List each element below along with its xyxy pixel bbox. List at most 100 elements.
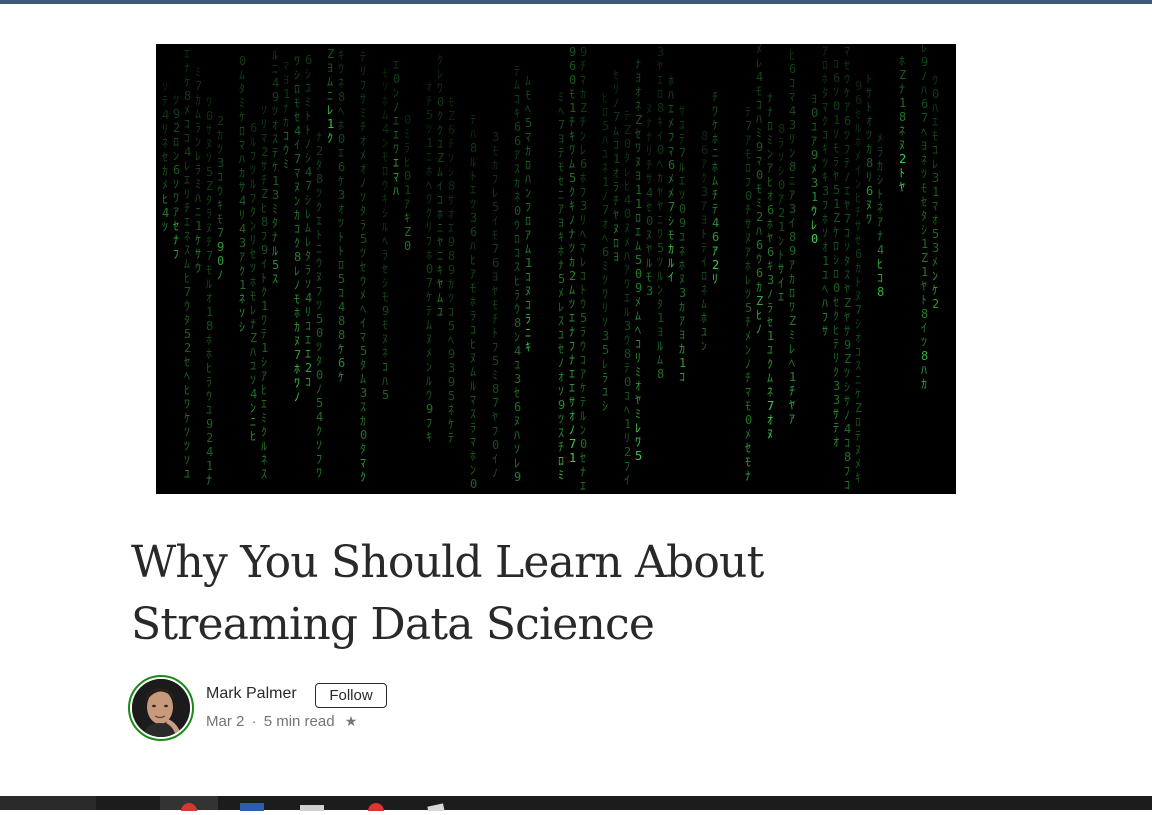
word-icon[interactable] (236, 796, 270, 813)
svg-text:ｼ: ｼ (668, 214, 674, 228)
svg-text:ﾉ: ﾉ (613, 96, 619, 110)
svg-text:ﾜ: ﾜ (206, 95, 212, 109)
svg-text:8: 8 (338, 328, 345, 342)
svg-text:ｳ: ｳ (206, 389, 212, 403)
svg-text:ﾎ: ﾎ (767, 217, 773, 231)
svg-text:ﾝ: ﾝ (250, 401, 256, 415)
start-icon[interactable] (0, 796, 96, 810)
svg-text:5: 5 (426, 108, 433, 122)
svg-text:4: 4 (789, 104, 796, 118)
svg-text:ﾁ: ﾁ (580, 115, 586, 129)
svg-text:ﾗ: ﾗ (877, 145, 883, 159)
svg-text:Z: Z (921, 251, 928, 265)
svg-text:ﾑ: ﾑ (184, 257, 190, 271)
svg-text:0: 0 (426, 262, 433, 276)
svg-text:ﾜ: ﾜ (173, 191, 179, 205)
opera-icon[interactable] (360, 796, 394, 815)
svg-text:9: 9 (206, 417, 213, 431)
svg-text:ｹ: ｹ (932, 283, 938, 297)
svg-text:ﾒ: ﾒ (745, 427, 751, 441)
svg-text:ｱ: ｱ (789, 258, 795, 272)
svg-text:ﾉ: ﾉ (558, 356, 564, 370)
svg-text:ｾ: ｾ (173, 219, 179, 233)
svg-text:ﾓ: ﾓ (756, 84, 762, 98)
svg-text:ｺ: ｺ (338, 286, 344, 300)
svg-text:6: 6 (833, 71, 840, 85)
svg-text:ﾛ: ﾛ (294, 82, 300, 96)
svg-text:ﾄ: ﾄ (261, 271, 267, 285)
svg-text:5: 5 (360, 344, 367, 358)
svg-text:Z: Z (855, 401, 862, 415)
author-name[interactable]: Mark Palmer (206, 685, 297, 703)
svg-text:ﾂ: ﾂ (250, 261, 256, 275)
svg-text:ﾅ: ﾅ (569, 227, 575, 241)
svg-text:ﾙ: ﾙ (250, 177, 256, 191)
files-icon[interactable] (420, 796, 454, 815)
svg-text:ｱ: ｱ (701, 199, 707, 213)
svg-text:ﾕ: ﾕ (184, 467, 190, 481)
star-icon[interactable]: ★ (345, 713, 358, 729)
svg-text:5: 5 (569, 171, 576, 185)
svg-text:ｻ: ｻ (646, 172, 652, 186)
svg-text:ｿ: ｿ (261, 103, 267, 117)
svg-text:6: 6 (866, 184, 873, 198)
svg-text:6: 6 (767, 245, 774, 259)
svg-text:ｽ: ｽ (272, 132, 278, 146)
svg-text:1: 1 (833, 113, 840, 127)
svg-text:ﾚ: ﾚ (184, 159, 190, 173)
svg-text:5: 5 (448, 389, 455, 403)
chrome-icon[interactable] (160, 796, 218, 815)
svg-text:0: 0 (679, 202, 686, 216)
svg-text:9: 9 (811, 148, 818, 162)
svg-text:ﾍ: ﾍ (525, 102, 531, 116)
svg-text:ﾔ: ﾔ (657, 199, 663, 213)
svg-text:ﾍ: ﾍ (382, 234, 388, 248)
svg-text:ﾁ: ﾁ (745, 315, 751, 329)
svg-text:ﾀ: ﾀ (822, 86, 828, 100)
svg-text:0: 0 (745, 413, 752, 427)
svg-text:ｶ: ｶ (921, 377, 927, 391)
svg-text:ﾆ: ﾆ (437, 249, 443, 263)
svg-text:ﾜ: ﾜ (569, 143, 575, 157)
svg-text:ｴ: ｴ (184, 215, 190, 229)
svg-text:6: 6 (701, 143, 708, 157)
svg-text:ｿ: ｿ (602, 315, 608, 329)
svg-text:ｴ: ｴ (569, 311, 575, 325)
mail-icon[interactable] (296, 796, 330, 813)
svg-text:ﾁ: ﾁ (261, 173, 267, 187)
svg-text:3: 3 (624, 319, 631, 333)
follow-button[interactable]: Follow (315, 683, 387, 708)
svg-text:ﾙ: ﾙ (261, 439, 267, 453)
svg-text:ﾗ: ﾗ (195, 121, 201, 135)
svg-text:ｴ: ｴ (844, 184, 850, 198)
svg-text:ｵ: ｵ (272, 118, 278, 132)
svg-text:3: 3 (338, 188, 345, 202)
svg-text:ﾉ: ﾉ (393, 100, 399, 114)
svg-text:ｼ: ｼ (305, 67, 311, 81)
svg-text:ﾖ: ﾖ (811, 92, 817, 106)
svg-text:ﾅ: ﾅ (316, 130, 322, 144)
svg-text:7: 7 (668, 200, 675, 214)
svg-text:ｾ: ｾ (767, 315, 773, 329)
svg-text:ﾙ: ﾙ (646, 256, 652, 270)
svg-text:ﾓ: ﾓ (250, 289, 256, 303)
svg-text:ﾇ: ﾇ (470, 351, 476, 365)
svg-text:ｱ: ｱ (580, 367, 586, 381)
svg-text:0: 0 (316, 326, 323, 340)
svg-text:ﾚ: ﾚ (195, 149, 201, 163)
svg-text:ﾖ: ﾖ (492, 270, 498, 284)
meta-separator: · (251, 713, 257, 730)
svg-text:8: 8 (316, 172, 323, 186)
svg-text:ｵ: ｵ (767, 189, 773, 203)
svg-text:ｵ: ｵ (602, 217, 608, 231)
svg-text:ﾁ: ﾁ (789, 384, 795, 398)
svg-text:ﾖ: ﾖ (635, 169, 641, 183)
svg-text:9: 9 (580, 45, 587, 59)
svg-text:ﾛ: ﾛ (338, 258, 344, 272)
svg-text:3: 3 (932, 241, 939, 255)
svg-text:ｽ: ｽ (844, 268, 850, 282)
author-avatar[interactable] (128, 675, 194, 741)
svg-text:ﾌ: ﾌ (316, 284, 322, 298)
svg-text:6: 6 (712, 230, 719, 244)
svg-text:ﾁ: ﾁ (745, 203, 751, 217)
